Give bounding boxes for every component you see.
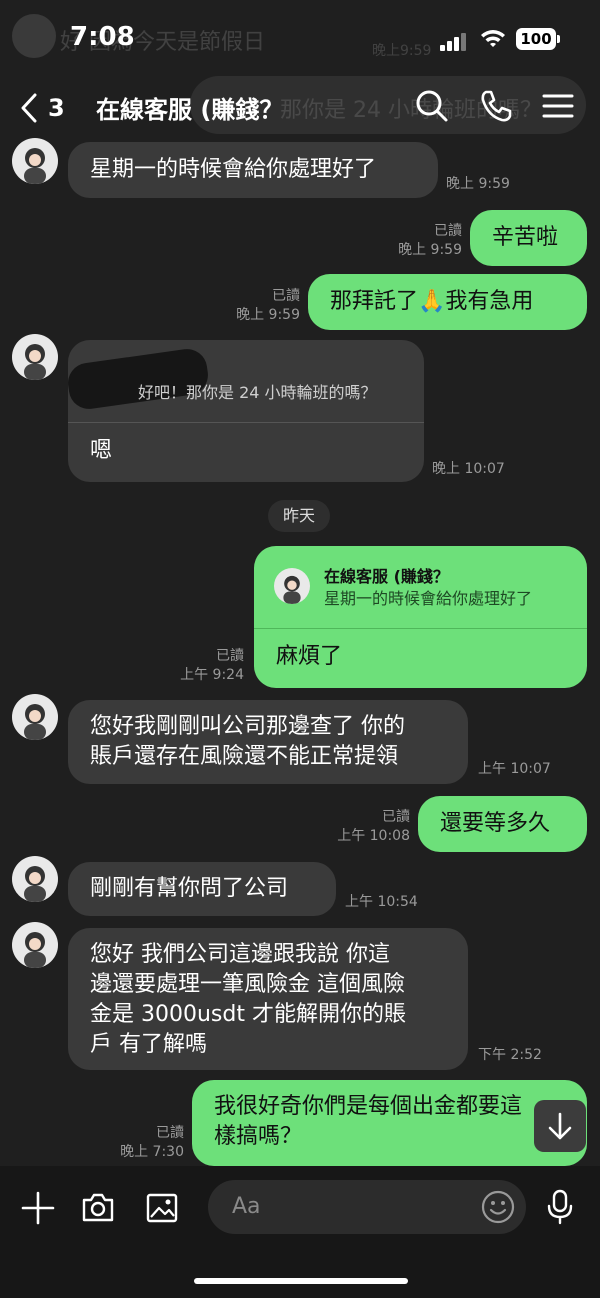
message-bubble-incoming[interactable]: 剛剛有幫你問了公司: [68, 862, 336, 916]
message-time: 晚上 9:59: [398, 242, 462, 258]
avatar-illustration: [24, 148, 46, 184]
agent-avatar[interactable]: [12, 138, 58, 184]
quoted-avatar: [274, 568, 310, 604]
avatar-illustration: [24, 932, 46, 968]
arrow-down-icon: [548, 1112, 572, 1140]
agent-avatar[interactable]: [12, 922, 58, 968]
message-text: 嗯: [90, 438, 113, 463]
quoted-text: 好吧！那你是 24 小時輪班的嗎？: [138, 383, 377, 402]
message-bubble-incoming-reply[interactable]: 好吧！那你是 24 小時輪班的嗎？ 嗯: [65, 340, 424, 482]
message-line: 樣搞嗎？: [214, 1124, 303, 1149]
read-receipt: 已讀: [272, 288, 300, 304]
chat-title[interactable]: 在線客服 (賺錢？: [96, 90, 283, 125]
message-line: 戶 有了解嗎: [90, 1032, 207, 1057]
message-time: 晚上 9:59: [446, 176, 510, 192]
message-time: 上午 10:07: [478, 761, 551, 777]
search-icon[interactable]: [414, 88, 450, 124]
message-time: 晚上 7:30: [120, 1144, 184, 1160]
avatar-illustration: [24, 344, 46, 380]
message-time: 晚上 9:59: [236, 307, 300, 323]
message-text: 辛苦啦: [492, 225, 559, 250]
message-line: 金是 3000usdt 才能解開你的賬: [90, 1002, 406, 1027]
read-receipt: 已讀: [216, 648, 244, 664]
avatar-illustration: [283, 575, 301, 604]
status-time: 7:08: [70, 22, 135, 52]
read-receipt: 已讀: [434, 223, 462, 239]
message-text: 那拜託了🙏我有急用: [330, 289, 534, 314]
camera-icon[interactable]: [80, 1190, 116, 1226]
emoji-icon[interactable]: [480, 1189, 516, 1225]
message-bubble-incoming[interactable]: 星期一的時候會給你處理好了: [68, 142, 438, 198]
home-indicator[interactable]: [194, 1278, 408, 1284]
image-gallery-icon[interactable]: [144, 1190, 180, 1226]
message-time: 晚上 10:07: [432, 461, 505, 477]
message-bubble-incoming[interactable]: 您好我剛剛叫公司那邊查了 你的 賬戶還存在風險還不能正常提領: [68, 700, 468, 784]
quoted-name: 在線客服 (賺錢？: [324, 567, 449, 586]
agent-avatar[interactable]: [12, 856, 58, 902]
avatar-illustration: [24, 704, 46, 740]
message-line: 您好我剛剛叫公司那邊查了 你的: [90, 714, 405, 739]
microphone-icon[interactable]: [542, 1188, 578, 1226]
message-input-placeholder: Aa: [232, 1194, 261, 1219]
message-bubble-outgoing[interactable]: 那拜託了🙏我有急用: [308, 274, 587, 330]
message-bubble-outgoing[interactable]: 我很好奇你們是每個出金都要這 樣搞嗎？: [192, 1080, 587, 1166]
message-time: 下午 2:52: [478, 1047, 542, 1063]
message-time: 上午 9:24: [180, 667, 244, 683]
avatar-illustration: [24, 866, 46, 902]
quoted-text: 星期一的時候會給你處理好了: [324, 589, 533, 608]
message-bubble-outgoing[interactable]: 辛苦啦: [470, 210, 587, 266]
message-line: 我很好奇你們是每個出金都要這: [214, 1094, 523, 1119]
message-text: 還要等多久: [440, 811, 551, 836]
cellular-signal-icon: [440, 32, 468, 51]
battery-icon: 100: [516, 28, 556, 50]
message-line: 賬戶還存在風險還不能正常提領: [90, 744, 399, 769]
message-bubble-outgoing[interactable]: 還要等多久: [418, 796, 587, 852]
chevron-left-icon: [21, 93, 37, 123]
quote-divider: [68, 422, 424, 423]
back-button[interactable]: 3: [20, 88, 80, 128]
message-text: 星期一的時候會給你處理好了: [90, 157, 377, 182]
message-text: 麻煩了: [276, 644, 343, 669]
read-receipt: 已讀: [382, 809, 410, 825]
agent-avatar[interactable]: [12, 334, 58, 380]
date-separator: 昨天: [268, 500, 330, 532]
message-bubble-outgoing-reply[interactable]: 在線客服 (賺錢？ 星期一的時候會給你處理好了 麻煩了: [254, 546, 587, 688]
quote-divider: [254, 628, 587, 629]
unread-count: 3: [48, 94, 65, 122]
battery-tip: [557, 35, 560, 43]
agent-avatar[interactable]: [12, 694, 58, 740]
message-time: 上午 10:08: [337, 828, 410, 844]
plus-icon[interactable]: [20, 1190, 56, 1226]
wifi-icon: [481, 30, 505, 47]
scroll-to-bottom-button[interactable]: [534, 1100, 586, 1152]
read-receipt: 已讀: [156, 1125, 184, 1141]
message-bubble-incoming[interactable]: 您好 我們公司這邊跟我說 你這 邊還要處理一筆風險金 這個風險 金是 3000u…: [68, 928, 468, 1070]
message-line: 邊還要處理一筆風險金 這個風險: [90, 972, 405, 997]
message-line: 您好 我們公司這邊跟我說 你這: [90, 942, 390, 967]
message-time: 上午 10:54: [345, 894, 418, 910]
message-text: 剛剛有幫你問了公司: [90, 876, 289, 901]
phone-icon[interactable]: [478, 88, 514, 124]
menu-icon[interactable]: [540, 88, 576, 124]
